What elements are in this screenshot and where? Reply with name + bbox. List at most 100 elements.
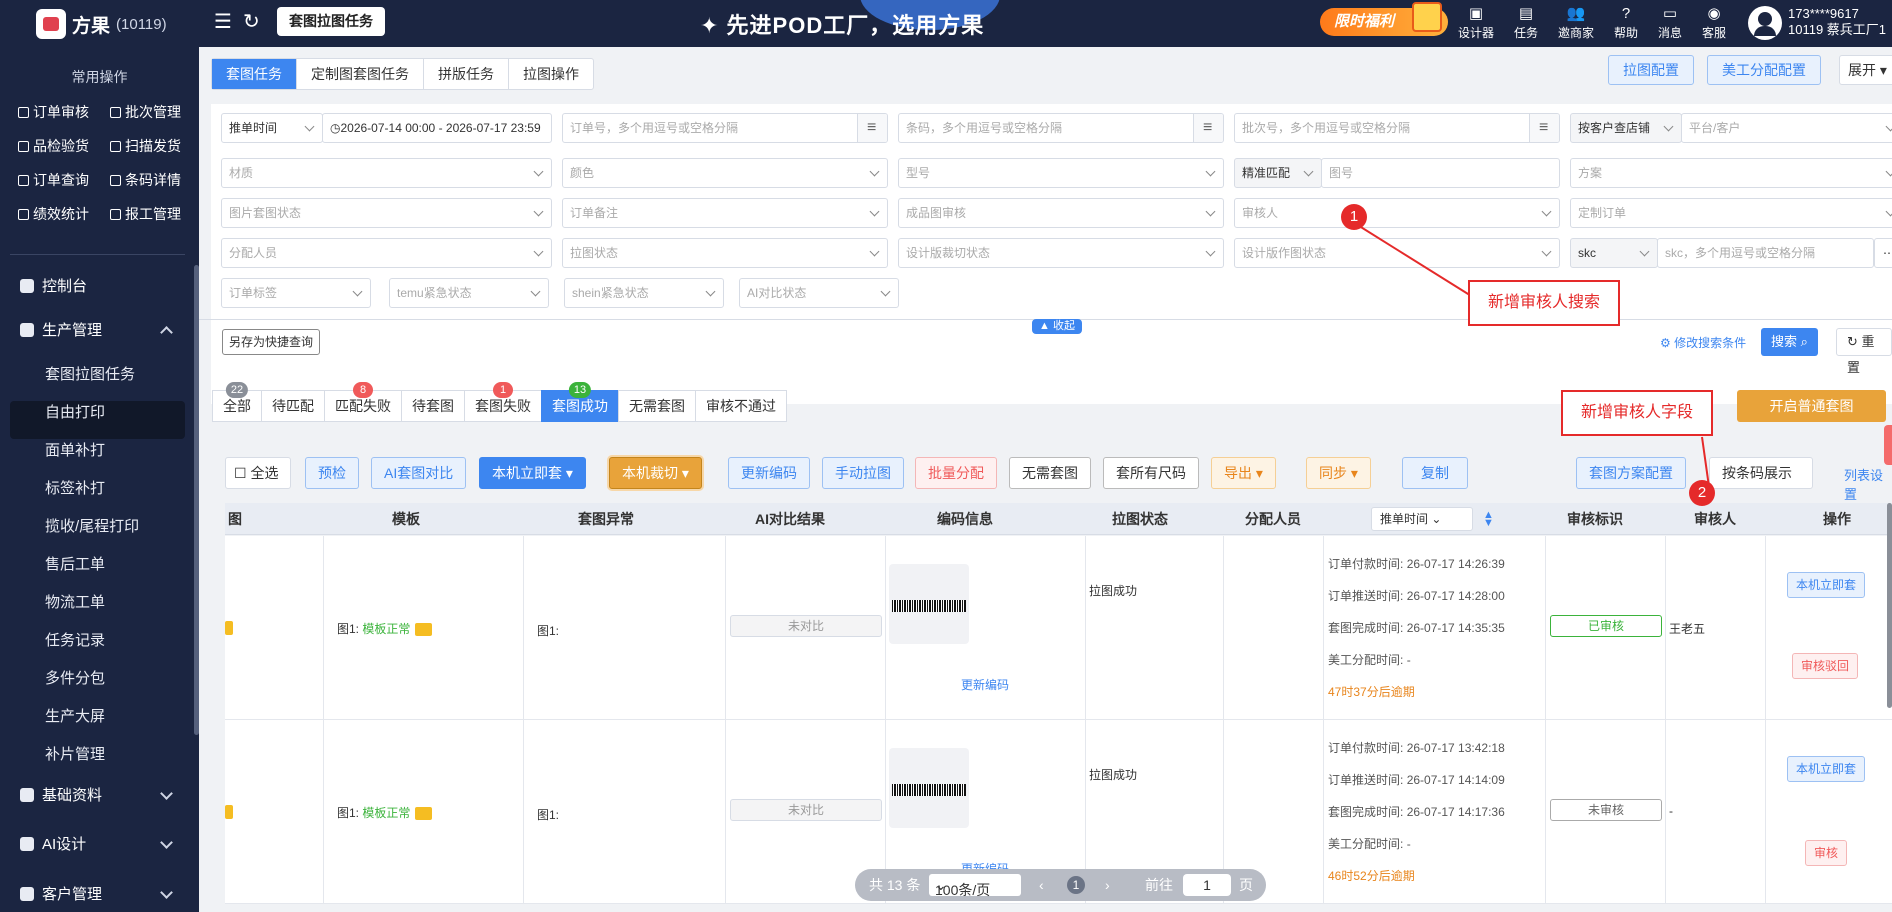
modify-search-link[interactable]: ⚙ 修改搜索条件 [1660,334,1746,351]
table-scrollbar[interactable] [1887,503,1892,708]
local-now-row-button[interactable]: 本机立即套 [1787,756,1866,782]
status-tab[interactable]: 审核不通过 [695,390,787,422]
message-menu[interactable]: ▭ 消息 [1648,4,1692,41]
sidebar-item-patch[interactable]: 补片管理 [45,743,105,764]
table-row[interactable]: 图1: 模板正常 图1: 未对比更新编码 拉图成功 订单付款时间: 26-07-17 1… [225,536,1892,720]
sidebar-item-pickup-print[interactable]: 揽收/尾程打印 [45,515,139,536]
nav-production[interactable]: 生产管理 [20,319,102,340]
expand-button[interactable]: 展开 ▾ [1839,55,1892,85]
thumbnail-icon[interactable] [225,805,233,819]
status-tab[interactable]: 匹配失败 8 [324,382,402,422]
quick-scan-ship[interactable]: 扫描发货 [110,136,181,156]
custom-order-select[interactable]: 定制订单 [1570,198,1892,228]
status-tab[interactable]: 套图失败 1 [464,382,542,422]
multiline-icon[interactable] [857,114,887,142]
menu-toggle-icon[interactable]: ☰ [214,12,232,32]
help-menu[interactable]: ? 帮助 [1604,4,1648,41]
status-tab[interactable]: 全部 22 [212,382,262,422]
push-time-select[interactable]: 推单时间 [221,113,323,143]
sidebar-item-big-screen[interactable]: 生产大屏 [45,705,105,726]
copy-button[interactable]: 复制 [1402,457,1468,489]
ai-status-select[interactable]: AI对比状态 [739,278,899,308]
update-code-link[interactable]: 更新编码 [961,676,1009,693]
barcode-view-select[interactable]: 按条码展示 ⌄ [1709,457,1813,511]
model-select[interactable]: 型号 [898,158,1224,188]
chevron-down-icon[interactable] [160,886,173,899]
tab-custom-task[interactable]: 定制图套图任务 [297,59,424,89]
audit-action-button[interactable]: 审核驳回 [1792,653,1859,679]
make-status-select[interactable]: 设计版作图状态 [1234,238,1560,268]
open-normal-button[interactable]: 开启普通套图 [1737,390,1886,422]
quick-report[interactable]: 报工管理 [110,204,181,224]
barcode-image[interactable] [889,748,969,828]
auditor-select[interactable]: 审核人 [1234,198,1560,228]
column-settings-link[interactable]: 列表设置 [1844,465,1892,503]
sidebar-item-task-log[interactable]: 任务记录 [45,629,105,650]
product-audit-select[interactable]: 成品图审核 [898,198,1224,228]
skc-input[interactable]: skc，多个用逗号或空格分隔 [1657,238,1874,268]
search-button[interactable]: 搜索 ⌕ [1761,328,1818,356]
sync-button[interactable]: 同步 ▾ [1306,457,1371,489]
status-tab[interactable]: 待套图 [401,390,465,422]
image-status-select[interactable]: 图片套图状态 [221,198,552,228]
batch-input[interactable]: 批次号，多个用逗号或空格分隔 [1234,113,1560,143]
nav-ai-design[interactable]: AI设计 [20,833,86,854]
material-select[interactable]: 材质 [221,158,552,188]
local-cut-button[interactable]: 本机裁切 ▾ [609,457,702,489]
platform-select[interactable]: 平台/客户 [1681,113,1892,143]
match-mode-select[interactable]: 精准匹配 [1234,158,1322,188]
thumbnail-icon[interactable] [225,621,233,635]
shein-status-select[interactable]: shein紧急状态 [564,278,724,308]
status-tab[interactable]: 套图成功 13 [541,382,619,422]
plan-config-button[interactable]: 套图方案配置 [1576,457,1686,489]
update-code-button[interactable]: 更新编码 [728,457,810,489]
more-icon[interactable]: ⋯ [1874,238,1892,268]
tab-pull-task[interactable]: 套图任务 [212,59,297,89]
audit-action-button[interactable]: 审核 [1805,840,1848,866]
invite-menu[interactable]: 👥 邀商家 [1554,4,1598,41]
next-page-icon[interactable]: › [1105,869,1110,901]
sort-icon[interactable]: ▲ ▼ [1483,510,1494,529]
all-size-button[interactable]: 套所有尺码 [1103,457,1199,489]
no-need-button[interactable]: 无需套图 [1009,457,1091,489]
tab-pull-operation[interactable]: 拉图操作 [509,59,593,89]
chevron-up-icon[interactable] [160,326,173,339]
quick-order-query[interactable]: 订单查询 [18,170,89,190]
save-quick-query-button[interactable]: 另存为快捷查询 [222,329,321,355]
color-select[interactable]: 颜色 [562,158,888,188]
account-info[interactable]: 173****9617 10119 蔡兵工厂1 [1788,6,1886,38]
reset-button[interactable]: ↻ 重置 [1836,328,1892,375]
quick-inspect[interactable]: 品检验货 [18,136,89,156]
service-menu[interactable]: ◉ 客服 [1692,4,1736,41]
collapse-button[interactable]: ▲ 收起 [1032,319,1082,334]
date-range-input[interactable]: ◷2026-07-14 00:00 - 2026-07-17 23:59 [322,113,552,143]
export-button[interactable]: 导出 ▾ [1211,457,1276,489]
select-all-checkbox[interactable]: ☐ 全选 [225,457,292,489]
crop-status-select[interactable]: 设计版裁切状态 [898,238,1224,268]
page-number[interactable]: 1 [1067,876,1085,894]
batch-assign-button[interactable]: 批量分配 [915,457,997,489]
temu-status-select[interactable]: temu紧急状态 [389,278,549,308]
local-now-row-button[interactable]: 本机立即套 [1787,572,1866,598]
folder-icon[interactable] [415,807,433,821]
time-column-select[interactable]: 推单时间 ⌄ [1371,507,1473,531]
manual-pull-button[interactable]: 手动拉图 [822,457,904,489]
sidebar-item-pull-task[interactable]: 套图拉图任务 [45,363,135,384]
nav-basic-data[interactable]: 基础资料 [20,784,102,805]
status-tab[interactable]: 待匹配 [261,390,325,422]
prev-page-icon[interactable]: ‹ [1039,869,1044,901]
avatar[interactable] [1748,6,1782,40]
page-size-select[interactable]: 100条/页 ⌄ [929,874,1021,898]
sidebar-item-label-reprint[interactable]: 标签补打 [45,477,105,498]
nav-dashboard[interactable]: 控制台 [20,275,87,296]
task-menu[interactable]: ▤ 任务 [1504,4,1548,41]
current-page-tab[interactable]: 套图拉图任务 [277,7,385,36]
quick-batch[interactable]: 批次管理 [110,102,181,122]
skc-select[interactable]: skc [1570,238,1658,268]
chevron-down-icon[interactable] [160,787,173,800]
barcode-input[interactable]: 条码，多个用逗号或空格分隔 [898,113,1224,143]
order-note-select[interactable]: 订单备注 [562,198,888,228]
pattern-no-input[interactable]: 图号 [1321,158,1560,188]
sidebar-item-waybill-reprint[interactable]: 面单补打 [45,439,105,460]
shop-mode-select[interactable]: 按客户查店铺 [1570,113,1682,143]
